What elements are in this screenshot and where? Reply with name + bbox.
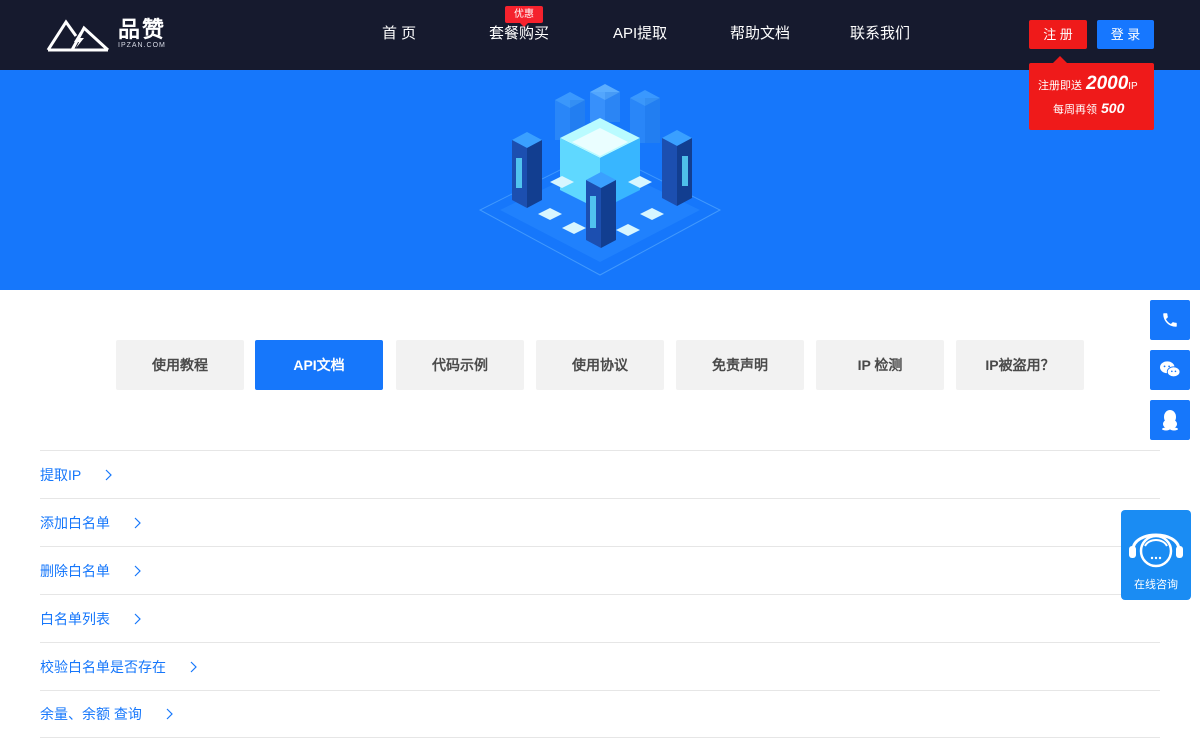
list-item-extract-ip[interactable]: 提取IP xyxy=(40,450,1160,498)
server-illustration xyxy=(478,84,722,276)
list-item-label: 删除白名单 xyxy=(40,562,110,579)
discount-badge: 优惠 xyxy=(505,6,543,27)
chevron-right-icon xyxy=(134,517,141,528)
tab-usage-agreement[interactable]: 使用协议 xyxy=(536,340,664,390)
tab-code-examples[interactable]: 代码示例 xyxy=(396,340,524,390)
logo-mountain-icon xyxy=(46,19,110,52)
chevron-right-icon xyxy=(105,469,113,480)
nav-contact[interactable]: 联系我们 xyxy=(850,24,910,44)
tab-ip-stolen[interactable]: IP被盗用？ xyxy=(956,340,1084,390)
hero-banner xyxy=(0,70,1200,290)
list-item-add-whitelist[interactable]: 添加白名单 xyxy=(40,498,1160,546)
promo-unit: IP xyxy=(1128,81,1138,92)
nav-packages[interactable]: 套餐购买 xyxy=(489,24,549,44)
promo-prefix-1: 注册即送 xyxy=(1038,80,1082,92)
api-list: 提取IP 添加白名单 删除白名单 白名单列表 校验白名单是否存在 余量、余额 查… xyxy=(40,450,1160,738)
customer-service-icon xyxy=(1129,533,1183,568)
promo-line-2: 每周再领 500 xyxy=(1053,100,1124,117)
list-item-label: 添加白名单 xyxy=(40,514,110,531)
wechat-button[interactable] xyxy=(1150,350,1190,390)
chevron-right-icon xyxy=(190,661,197,672)
consult-label: 在线咨询 xyxy=(1134,579,1178,591)
top-navbar: 品赞 IPZAN.COM 首 页 套餐购买 优惠 API提取 帮助文档 联系我们… xyxy=(0,0,1200,70)
list-item-balance-query[interactable]: 余量、余额 查询 xyxy=(40,690,1160,738)
promo-amount-2: 500 xyxy=(1101,100,1125,116)
logo-name: 品赞 xyxy=(118,16,167,42)
logo-domain: IPZAN.COM xyxy=(118,41,166,49)
nav-home[interactable]: 首 页 xyxy=(382,24,416,44)
list-item-whitelist-list[interactable]: 白名单列表 xyxy=(40,594,1160,642)
promo-prefix-2: 每周再领 xyxy=(1053,104,1097,116)
site-logo[interactable]: 品赞 IPZAN.COM xyxy=(46,14,171,54)
nav-api-extract[interactable]: API提取 xyxy=(613,24,667,44)
logo-text: 品赞 IPZAN.COM xyxy=(118,16,167,50)
phone-icon xyxy=(1163,313,1177,327)
online-consult-button[interactable]: 在线咨询 xyxy=(1121,510,1191,600)
list-item-label: 余量、余额 查询 xyxy=(40,706,142,722)
chevron-right-icon xyxy=(134,565,141,576)
tab-tutorial[interactable]: 使用教程 xyxy=(116,340,244,390)
chevron-right-icon xyxy=(166,708,173,720)
tab-api-docs[interactable]: API文档 xyxy=(255,340,383,390)
nav-help-docs[interactable]: 帮助文档 xyxy=(730,24,790,44)
tab-disclaimer[interactable]: 免责声明 xyxy=(676,340,804,390)
login-button[interactable]: 登 录 xyxy=(1097,20,1154,49)
qq-button[interactable] xyxy=(1150,400,1190,440)
list-item-verify-whitelist[interactable]: 校验白名单是否存在 xyxy=(40,642,1160,690)
list-item-label: 提取IP xyxy=(40,466,82,483)
list-item-label: 白名单列表 xyxy=(40,610,110,627)
list-item-label: 校验白名单是否存在 xyxy=(40,658,166,675)
qq-icon xyxy=(1162,410,1178,431)
chevron-right-icon xyxy=(134,613,141,624)
phone-button[interactable] xyxy=(1150,300,1190,340)
register-button[interactable]: 注 册 xyxy=(1029,20,1087,49)
wechat-icon xyxy=(1160,361,1181,378)
register-promo-bubble[interactable]: 注册即送 2000IP 每周再领 500 xyxy=(1029,56,1154,130)
promo-amount-1: 2000 xyxy=(1086,73,1129,94)
list-item-delete-whitelist[interactable]: 删除白名单 xyxy=(40,546,1160,594)
promo-line-1: 注册即送 2000IP xyxy=(1038,73,1138,95)
tab-ip-check[interactable]: IP 检测 xyxy=(816,340,944,390)
